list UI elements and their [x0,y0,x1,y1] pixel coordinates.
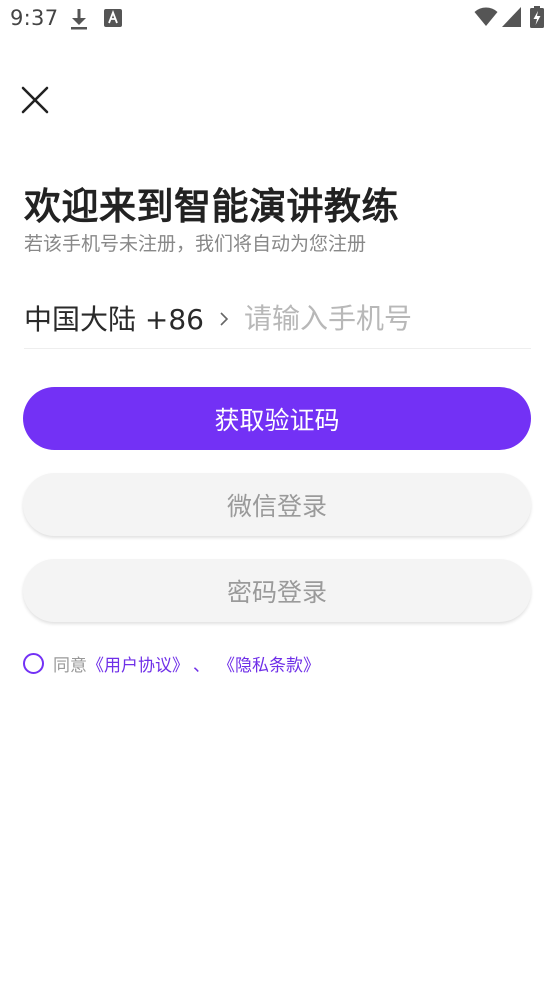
chevron-right-icon [220,312,229,326]
user-agreement-link[interactable]: 《用户协议》 [87,651,189,676]
status-time: 9:37 [10,6,59,30]
password-login-button[interactable]: 密码登录 [23,559,531,622]
page-subtitle: 若该手机号未注册，我们将自动为您注册 [24,233,367,255]
wifi-icon [474,7,498,26]
wechat-login-button[interactable]: 微信登录 [23,473,531,536]
a-icon [104,9,122,27]
signal-icon [502,7,521,27]
status-bar: 9:37 [0,0,554,38]
agreement-prefix: 同意 [53,655,87,676]
close-icon [21,86,49,114]
privacy-policy-link[interactable]: 《隐私条款》 [218,651,320,676]
download-icon [71,9,87,30]
phone-input[interactable] [244,294,529,342]
region-label: 中国大陆 +86 [24,303,204,336]
page-title: 欢迎来到智能演讲教练 [24,185,399,228]
agreement-row: 同意 《用户协议》 、 《隐私条款》 [23,651,320,676]
agree-checkbox[interactable] [23,652,44,674]
close-button[interactable] [19,84,51,116]
region-selector[interactable]: 中国大陆 +86 [24,290,230,346]
get-code-button[interactable]: 获取验证码 [23,387,531,450]
battery-icon [530,6,544,28]
agreement-separator: 、 [193,655,210,676]
phone-row: 中国大陆 +86 [24,290,531,349]
